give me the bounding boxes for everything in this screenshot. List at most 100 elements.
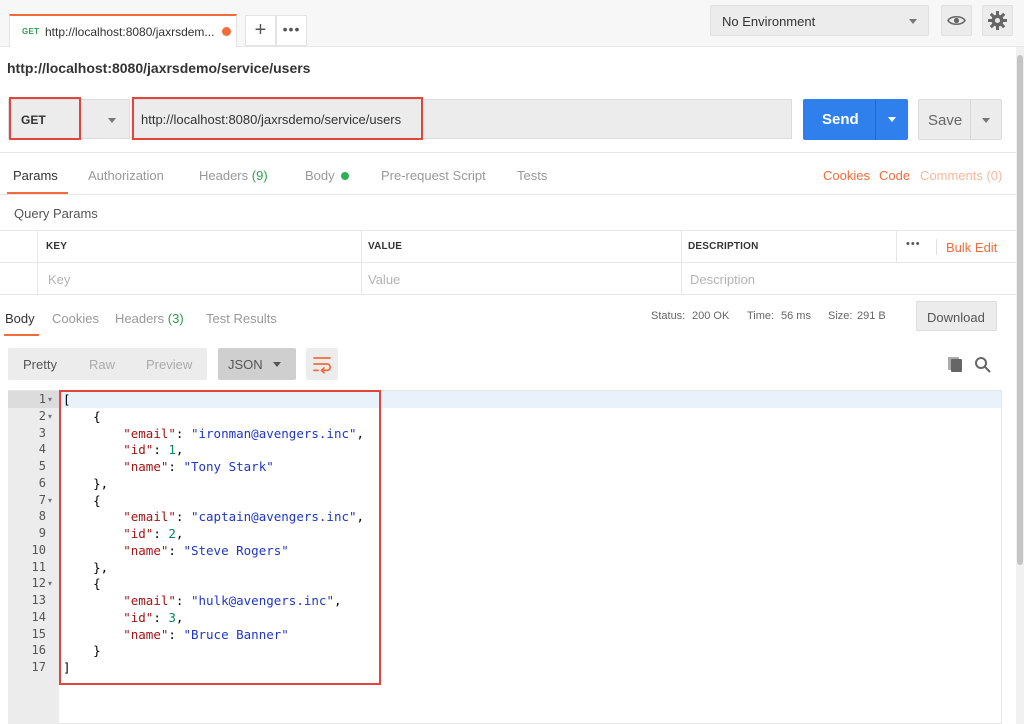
table-row: Key Value Description — [0, 263, 1016, 295]
more-icon[interactable]: ••• — [906, 238, 921, 250]
line-number: 2 — [8, 408, 46, 425]
url-highlight — [132, 97, 423, 140]
line-number: 15 — [8, 626, 46, 643]
language-label: JSON — [228, 357, 263, 372]
more-tabs-button[interactable]: ••• — [276, 15, 307, 46]
bulk-edit-cell: ••• Bulk Edit — [896, 231, 1016, 263]
line-number: 11 — [8, 559, 46, 576]
tab-authorization[interactable]: Authorization — [88, 168, 164, 183]
code-highlight — [59, 390, 381, 685]
line-number: 3 — [8, 425, 46, 442]
fold-arrow-icon[interactable]: ▾ — [48, 391, 52, 408]
fold-arrow-icon[interactable]: ▾ — [48, 408, 52, 425]
time-label: Time: — [747, 310, 774, 322]
scrollbar-thumb[interactable] — [1017, 55, 1023, 565]
send-divider — [875, 99, 876, 140]
response-tab-headers-count: (3) — [168, 311, 184, 326]
query-params-table: KEY VALUE DESCRIPTION ••• Bulk Edit Key … — [0, 230, 1016, 294]
environment-select[interactable]: No Environment — [710, 5, 929, 36]
send-label: Send — [822, 111, 859, 128]
format-preview[interactable]: Preview — [146, 357, 192, 372]
key-input[interactable]: Key — [37, 263, 361, 295]
tab-body[interactable]: Body — [305, 168, 349, 183]
method-highlight — [9, 97, 81, 140]
value-input[interactable]: Value — [361, 263, 681, 295]
comments-link[interactable]: Comments (0) — [920, 168, 1002, 183]
line-number: 7 — [8, 492, 46, 509]
query-params-title: Query Params — [14, 206, 98, 221]
wrap-lines-button[interactable] — [306, 348, 338, 380]
request-tab-url: http://localhost:8080/jaxrsdem... — [45, 25, 214, 39]
response-tab-headers[interactable]: Headers (3) — [115, 311, 184, 326]
line-number: 1 — [8, 391, 46, 408]
wrap-icon — [306, 348, 338, 380]
code-link[interactable]: Code — [879, 168, 910, 183]
save-divider — [970, 100, 971, 139]
search-icon[interactable] — [974, 356, 991, 373]
format-pretty[interactable]: Pretty — [23, 357, 57, 372]
key-placeholder: Key — [48, 272, 70, 287]
fold-arrow-icon[interactable]: ▾ — [48, 492, 52, 509]
response-tab-headers-label: Headers — [115, 311, 164, 326]
response-tab-test-results[interactable]: Test Results — [206, 311, 277, 326]
description-placeholder: Description — [690, 272, 755, 287]
chevron-down-icon[interactable] — [888, 117, 896, 122]
description-input[interactable]: Description — [681, 263, 1016, 295]
line-number: 9 — [8, 525, 46, 542]
size-value[interactable]: 291 B — [857, 310, 886, 322]
tab-headers[interactable]: Headers (9) — [199, 168, 268, 183]
tab-params[interactable]: Params — [13, 168, 58, 183]
value-header: VALUE — [368, 241, 402, 252]
language-select[interactable]: JSON — [218, 348, 296, 380]
value-header-cell: VALUE — [361, 231, 681, 263]
chevron-down-icon — [108, 118, 116, 123]
download-label: Download — [927, 310, 985, 325]
line-number: 12 — [8, 575, 46, 592]
status-label: Status: — [651, 310, 685, 322]
settings-button[interactable] — [982, 5, 1013, 36]
tab-body-label: Body — [305, 168, 335, 183]
line-number: 17 — [8, 659, 46, 676]
download-button[interactable]: Download — [916, 301, 997, 331]
more-icon: ••• — [283, 21, 301, 37]
format-raw[interactable]: Raw — [89, 357, 115, 372]
chevron-down-icon — [909, 19, 917, 24]
save-button[interactable]: Save — [918, 99, 1002, 140]
bulk-edit-link[interactable]: Bulk Edit — [946, 240, 997, 255]
tab-prerequest-script[interactable]: Pre-request Script — [381, 168, 486, 183]
key-header: KEY — [46, 241, 67, 252]
description-header: DESCRIPTION — [688, 241, 759, 252]
line-number: 5 — [8, 458, 46, 475]
table-header-row: KEY VALUE DESCRIPTION ••• Bulk Edit — [0, 231, 1016, 263]
response-tab-cookies[interactable]: Cookies — [52, 311, 99, 326]
eye-icon — [942, 6, 971, 35]
line-number: 16 — [8, 642, 46, 659]
line-number: 4 — [8, 441, 46, 458]
environment-quick-look-button[interactable] — [941, 5, 972, 36]
status-value[interactable]: 200 OK — [692, 310, 729, 322]
tab-tests[interactable]: Tests — [517, 168, 547, 183]
line-number: 6 — [8, 475, 46, 492]
copy-icon[interactable] — [947, 356, 964, 373]
gear-icon — [983, 6, 1012, 35]
line-number: 14 — [8, 609, 46, 626]
bulk-edit-divider — [936, 239, 937, 255]
save-label: Save — [928, 112, 962, 129]
chevron-down-icon[interactable] — [982, 118, 990, 123]
divider — [0, 194, 1016, 195]
cookies-link[interactable]: Cookies — [823, 168, 870, 183]
fold-arrow-icon[interactable]: ▾ — [48, 575, 52, 592]
request-tab-method: GET — [22, 27, 39, 36]
response-active-tab-underline — [4, 334, 39, 336]
send-button[interactable]: Send — [803, 99, 908, 140]
request-tab[interactable]: GET http://localhost:8080/jaxrsdem... — [9, 14, 237, 47]
divider — [0, 152, 1016, 153]
format-toggle-group: Pretty Raw Preview — [8, 348, 207, 380]
value-placeholder: Value — [368, 272, 400, 287]
response-tab-body[interactable]: Body — [5, 311, 35, 326]
new-tab-button[interactable]: + — [245, 15, 276, 46]
environment-label: No Environment — [722, 14, 815, 29]
time-value[interactable]: 56 ms — [781, 310, 811, 322]
line-number: 10 — [8, 542, 46, 559]
line-number: 8 — [8, 508, 46, 525]
